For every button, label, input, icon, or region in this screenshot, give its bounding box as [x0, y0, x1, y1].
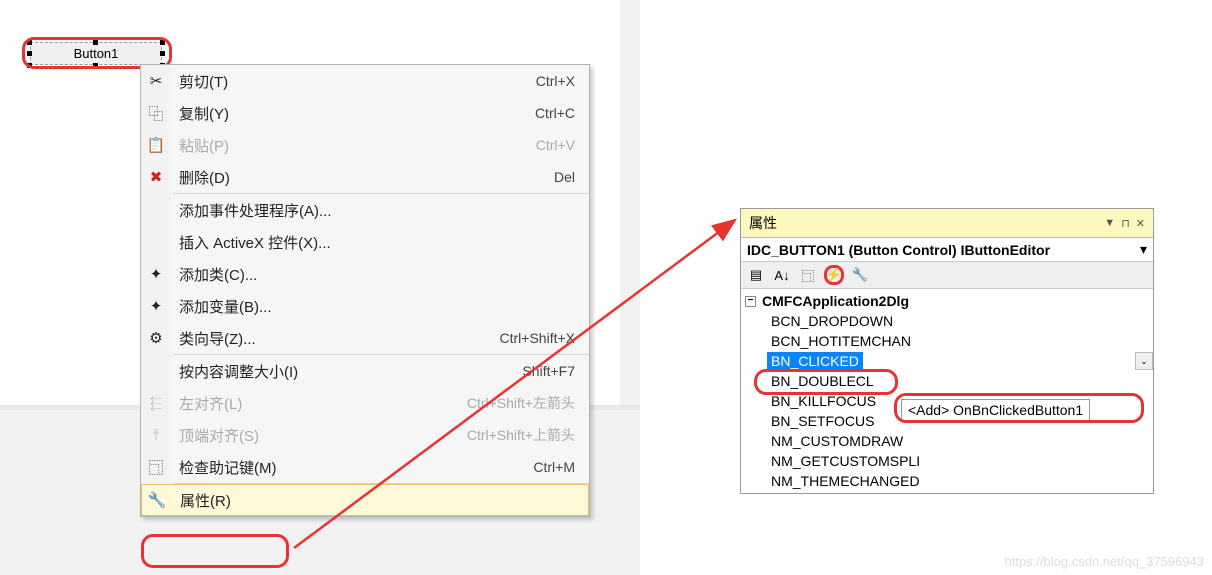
context-menu: ✂ 剪切(T) Ctrl+X ⿻复制(Y) Ctrl+C 📋 粘贴(P) Ctrl+V ✖ 删除(…: [140, 64, 590, 517]
menu-shortcut: Ctrl+X: [536, 73, 575, 89]
properties-object-name: IDC_BUTTON1 (Button Control) IButtonEdit…: [747, 242, 1050, 258]
dropdown-icon[interactable]: ▼: [1104, 217, 1115, 229]
event-name: NM_THEMECHANGED: [767, 472, 924, 490]
menu-item-d[interactable]: ✖ 删除(D) Del: [141, 161, 589, 193]
menu-item-label: 添加类(C)...: [179, 264, 257, 285]
menu-shortcut: Ctrl+Shift+X: [500, 330, 575, 346]
menu-item-label: 剪切(T): [179, 71, 228, 92]
menu-item-l: ⬱ 左对齐(L) Ctrl+Shift+左箭头: [141, 387, 589, 419]
wrench-icon: 🔧: [148, 491, 166, 509]
add-class-icon: ✦: [147, 265, 165, 283]
event-name: BN_KILLFOCUS: [767, 392, 880, 410]
menu-item-label: 插入 ActiveX 控件(X)...: [179, 232, 331, 253]
menu-item-label: 检查助记键(M): [179, 457, 277, 478]
wrench-icon[interactable]: 🔧: [850, 265, 870, 285]
menu-item-label: 复制(Y): [179, 103, 229, 124]
event-row[interactable]: BCN_DROPDOWN: [741, 311, 1153, 331]
event-name: BN_CLICKED: [767, 352, 863, 370]
lightning-icon[interactable]: ⚡: [824, 265, 844, 285]
watermark-text: https://blog.csdn.net/qq_37596943: [1005, 554, 1205, 569]
event-name: BN_SETFOCUS: [767, 412, 878, 430]
menu-item-label: 属性(R): [180, 490, 231, 511]
event-row[interactable]: BN_DOUBLECL: [741, 371, 1153, 391]
event-row[interactable]: NM_CUSTOMDRAW: [741, 431, 1153, 451]
cut-icon: ✂: [147, 72, 165, 90]
properties-tree: − CMFCApplication2Dlg BCN_DROPDOWN BCN_HO…: [741, 289, 1153, 493]
menu-item-label: 类向导(Z)...: [179, 328, 256, 349]
event-name: BCN_DROPDOWN: [767, 312, 897, 330]
chevron-down-icon[interactable]: ⌄: [1135, 352, 1153, 370]
menu-shortcut: Ctrl+C: [535, 105, 575, 121]
menu-item-r[interactable]: 🔧 属性(R): [141, 484, 589, 516]
menu-shortcut: Ctrl+M: [533, 459, 575, 475]
copy-icon: ⿻: [147, 104, 165, 122]
mnemonic-icon: ⿹: [147, 458, 165, 476]
menu-item-label: 左对齐(L): [179, 393, 242, 414]
event-row[interactable]: BN_CLICKED ⌄: [741, 351, 1153, 371]
delete-icon: ✖: [147, 168, 165, 186]
blank-icon: [147, 201, 165, 219]
paste-icon: 📋: [147, 136, 165, 154]
align-left-icon: ⬱: [147, 394, 165, 412]
pin-icon[interactable]: ⊓: [1121, 217, 1130, 230]
menu-item-label: 添加变量(B)...: [179, 296, 272, 317]
event-row[interactable]: NM_THEMECHANGED: [741, 471, 1153, 491]
event-value-cell[interactable]: ⌄: [943, 352, 1153, 370]
menu-item-c[interactable]: ✦ 添加类(C)...: [141, 258, 589, 290]
event-row[interactable]: NM_GETCUSTOMSPLI: [741, 451, 1153, 471]
event-name: NM_GETCUSTOMSPLI: [767, 452, 924, 470]
menu-item-a[interactable]: 添加事件处理程序(A)...: [141, 194, 589, 226]
event-name: BN_DOUBLECL: [767, 372, 878, 390]
blank-icon: [147, 233, 165, 251]
tree-group-label: CMFCApplication2Dlg: [762, 293, 909, 309]
menu-shortcut: Ctrl+Shift+上箭头: [467, 425, 575, 445]
menu-item-s: ⤒ 顶端对齐(S) Ctrl+Shift+上箭头: [141, 419, 589, 451]
event-row[interactable]: BCN_HOTITEMCHAN: [741, 331, 1153, 351]
menu-shortcut: Shift+F7: [522, 363, 575, 379]
event-name: NM_CUSTOMDRAW: [767, 432, 907, 450]
menu-shortcut: Ctrl+Shift+左箭头: [467, 393, 575, 413]
properties-title-bar[interactable]: 属性 ▼ ⊓ ✕: [741, 209, 1153, 238]
add-handler-tooltip[interactable]: <Add> OnBnClickedButton1: [901, 399, 1090, 421]
menu-item-label: 顶端对齐(S): [179, 425, 259, 446]
blank-icon: [147, 362, 165, 380]
menu-item-p: 📋 粘贴(P) Ctrl+V: [141, 129, 589, 161]
menu-shortcut: Ctrl+V: [536, 137, 575, 153]
menu-item-label: 删除(D): [179, 167, 230, 188]
menu-shortcut: Del: [554, 169, 575, 185]
menu-item-y[interactable]: ⿻复制(Y) Ctrl+C: [141, 97, 589, 129]
alpha-sort-icon[interactable]: A↓: [772, 265, 792, 285]
menu-item-i[interactable]: 按内容调整大小(I) Shift+F7: [141, 355, 589, 387]
add-handler-text: <Add> OnBnClickedButton1: [908, 402, 1083, 418]
properties-panel: 属性 ▼ ⊓ ✕ IDC_BUTTON1 (Button Control) IB…: [740, 208, 1154, 494]
chevron-down-icon[interactable]: ▾: [1140, 241, 1147, 258]
properties-object-selector[interactable]: IDC_BUTTON1 (Button Control) IButtonEdit…: [741, 238, 1153, 262]
class-wizard-icon: ⚙: [147, 329, 165, 347]
menu-item-t[interactable]: ✂ 剪切(T) Ctrl+X: [141, 65, 589, 97]
menu-item-label: 添加事件处理程序(A)...: [179, 200, 332, 221]
control-events-icon[interactable]: ⿹: [798, 265, 818, 285]
menu-item-label: 粘贴(P): [179, 135, 229, 156]
event-name: BCN_HOTITEMCHAN: [767, 332, 915, 350]
menu-item-activexx[interactable]: 插入 ActiveX 控件(X)...: [141, 226, 589, 258]
tree-group-header[interactable]: − CMFCApplication2Dlg: [741, 291, 1153, 311]
properties-toolbar: ▤ A↓ ⿹ ⚡ 🔧: [741, 262, 1153, 289]
menu-item-b[interactable]: ✦ 添加变量(B)...: [141, 290, 589, 322]
collapse-icon[interactable]: −: [745, 296, 756, 307]
menu-item-z[interactable]: ⚙ 类向导(Z)... Ctrl+Shift+X: [141, 322, 589, 354]
properties-title: 属性: [749, 213, 777, 233]
add-var-icon: ✦: [147, 297, 165, 315]
categorized-icon[interactable]: ▤: [746, 265, 766, 285]
close-icon[interactable]: ✕: [1136, 217, 1145, 230]
menu-item-label: 按内容调整大小(I): [179, 361, 298, 382]
menu-item-m[interactable]: ⿹检查助记键(M) Ctrl+M: [141, 451, 589, 483]
align-top-icon: ⤒: [147, 426, 165, 444]
